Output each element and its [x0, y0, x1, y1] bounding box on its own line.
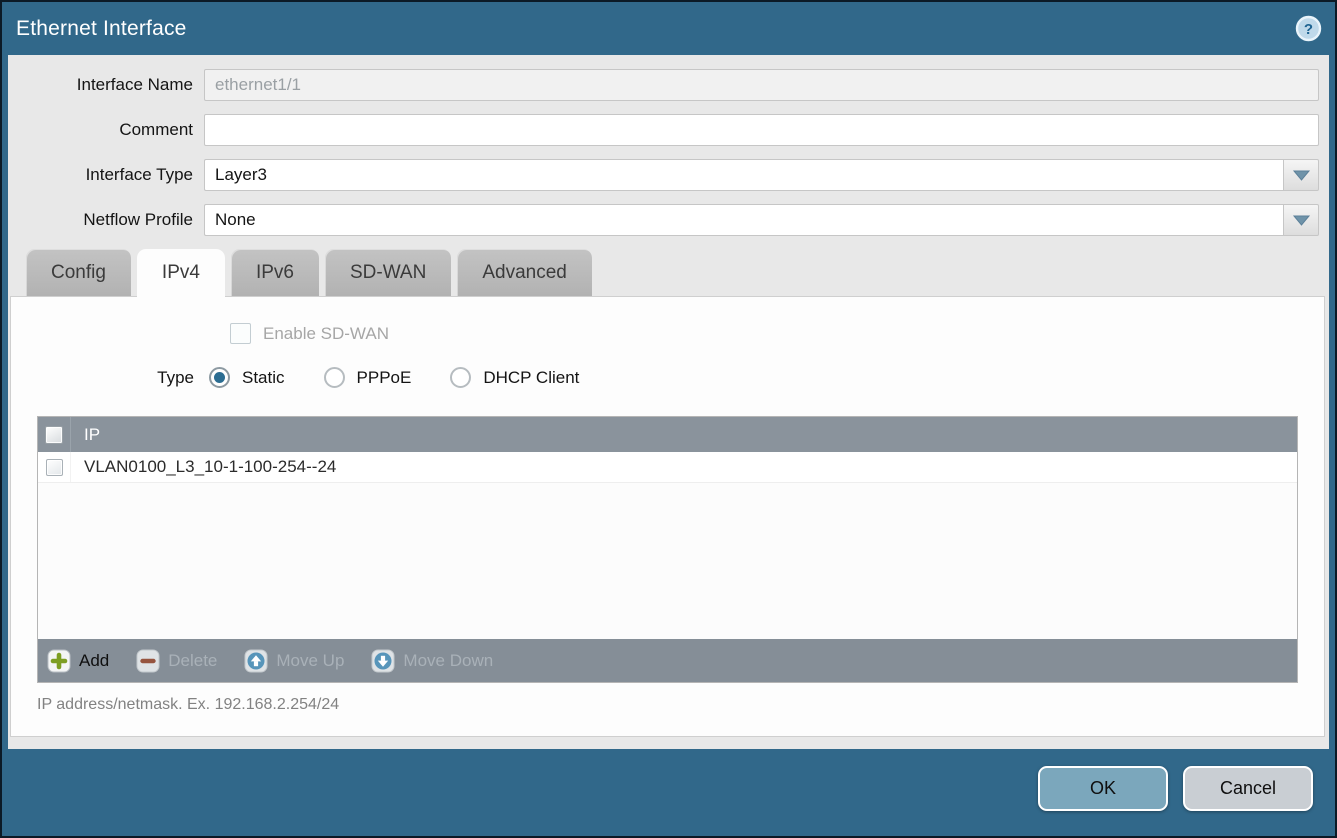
table-body: VLAN0100_L3_10-1-100-254--24 — [38, 452, 1297, 639]
netflow-profile-label: Netflow Profile — [8, 210, 204, 230]
row-checkbox[interactable] — [46, 459, 63, 476]
ipv4-tab-panel: Enable SD-WAN Type Static PPPoE DHCP Cli… — [10, 296, 1325, 737]
select-all-checkbox[interactable] — [45, 426, 63, 444]
move-down-button-label: Move Down — [403, 651, 493, 671]
move-up-button-label: Move Up — [276, 651, 344, 671]
comment-label: Comment — [8, 120, 204, 140]
pppoe-radio-label: PPPoE — [357, 368, 412, 388]
dialog-body: Interface Name Comment Interface Type — [8, 55, 1329, 749]
ip-column-header: IP — [71, 417, 100, 452]
move-down-button: Move Down — [371, 649, 493, 673]
add-button-label: Add — [79, 651, 109, 671]
dialog-titlebar: Ethernet Interface ? — [2, 2, 1335, 55]
help-icon: ? — [1295, 15, 1322, 42]
enable-sdwan-row: Enable SD-WAN — [230, 323, 1324, 344]
netflow-profile-select[interactable] — [204, 204, 1283, 236]
select-all-cell — [38, 417, 71, 452]
form-row-interface-name: Interface Name — [8, 69, 1319, 101]
move-up-button: Move Up — [244, 649, 344, 673]
row-checkbox-cell — [38, 452, 71, 482]
interface-type-select[interactable] — [204, 159, 1283, 191]
enable-sdwan-checkbox — [230, 323, 251, 344]
interface-name-input — [204, 69, 1319, 101]
delete-button-label: Delete — [168, 651, 217, 671]
type-label: Type — [11, 368, 209, 388]
chevron-down-icon — [1292, 169, 1311, 182]
ip-format-hint: IP address/netmask. Ex. 192.168.2.254/24 — [37, 696, 1324, 714]
svg-text:?: ? — [1304, 21, 1313, 38]
dhcp-client-radio-label: DHCP Client — [483, 368, 579, 388]
dialog-footer: OK Cancel — [2, 749, 1335, 811]
enable-sdwan-label: Enable SD-WAN — [263, 324, 389, 344]
netflow-profile-dropdown-button[interactable] — [1283, 204, 1319, 236]
add-plus-icon — [47, 649, 71, 673]
interface-form: Interface Name Comment Interface Type — [8, 55, 1329, 236]
type-row: Type Static PPPoE DHCP Client — [11, 367, 1324, 388]
tab-ipv4[interactable]: IPv4 — [137, 249, 225, 297]
comment-input[interactable] — [204, 114, 1319, 146]
table-row[interactable]: VLAN0100_L3_10-1-100-254--24 — [38, 452, 1297, 483]
form-row-interface-type: Interface Type — [8, 159, 1319, 191]
radio-option-pppoe[interactable]: PPPoE — [324, 367, 412, 388]
tab-config[interactable]: Config — [26, 249, 131, 296]
move-up-arrow-icon — [244, 649, 268, 673]
dhcp-client-radio[interactable] — [450, 367, 471, 388]
delete-minus-icon — [136, 649, 160, 673]
form-row-comment: Comment — [8, 114, 1319, 146]
tab-advanced[interactable]: Advanced — [457, 249, 592, 296]
radio-option-static[interactable]: Static — [209, 367, 285, 388]
move-down-arrow-icon — [371, 649, 395, 673]
interface-type-label: Interface Type — [8, 165, 204, 185]
table-toolbar: Add Delete — [38, 639, 1297, 682]
ip-address-table: IP VLAN0100_L3_10-1-100-254--24 — [37, 416, 1298, 683]
tab-bar: Config IPv4 IPv6 SD-WAN Advanced — [26, 249, 1329, 296]
tab-sdwan[interactable]: SD-WAN — [325, 249, 451, 296]
table-header: IP — [38, 417, 1297, 452]
radio-option-dhcp-client[interactable]: DHCP Client — [450, 367, 579, 388]
help-button[interactable]: ? — [1295, 15, 1322, 42]
interface-type-dropdown-button[interactable] — [1283, 159, 1319, 191]
dialog-title: Ethernet Interface — [16, 17, 187, 41]
ok-button[interactable]: OK — [1038, 766, 1168, 811]
delete-button: Delete — [136, 649, 217, 673]
static-radio-label: Static — [242, 368, 285, 388]
row-ip-value: VLAN0100_L3_10-1-100-254--24 — [71, 452, 336, 482]
cancel-button[interactable]: Cancel — [1183, 766, 1313, 811]
add-button[interactable]: Add — [47, 649, 109, 673]
tab-ipv6[interactable]: IPv6 — [231, 249, 319, 296]
static-radio[interactable] — [209, 367, 230, 388]
interface-name-label: Interface Name — [8, 75, 204, 95]
pppoe-radio[interactable] — [324, 367, 345, 388]
chevron-down-icon — [1292, 214, 1311, 227]
form-row-netflow-profile: Netflow Profile — [8, 204, 1319, 236]
ethernet-interface-dialog: Ethernet Interface ? Interface Name Comm… — [0, 0, 1337, 838]
